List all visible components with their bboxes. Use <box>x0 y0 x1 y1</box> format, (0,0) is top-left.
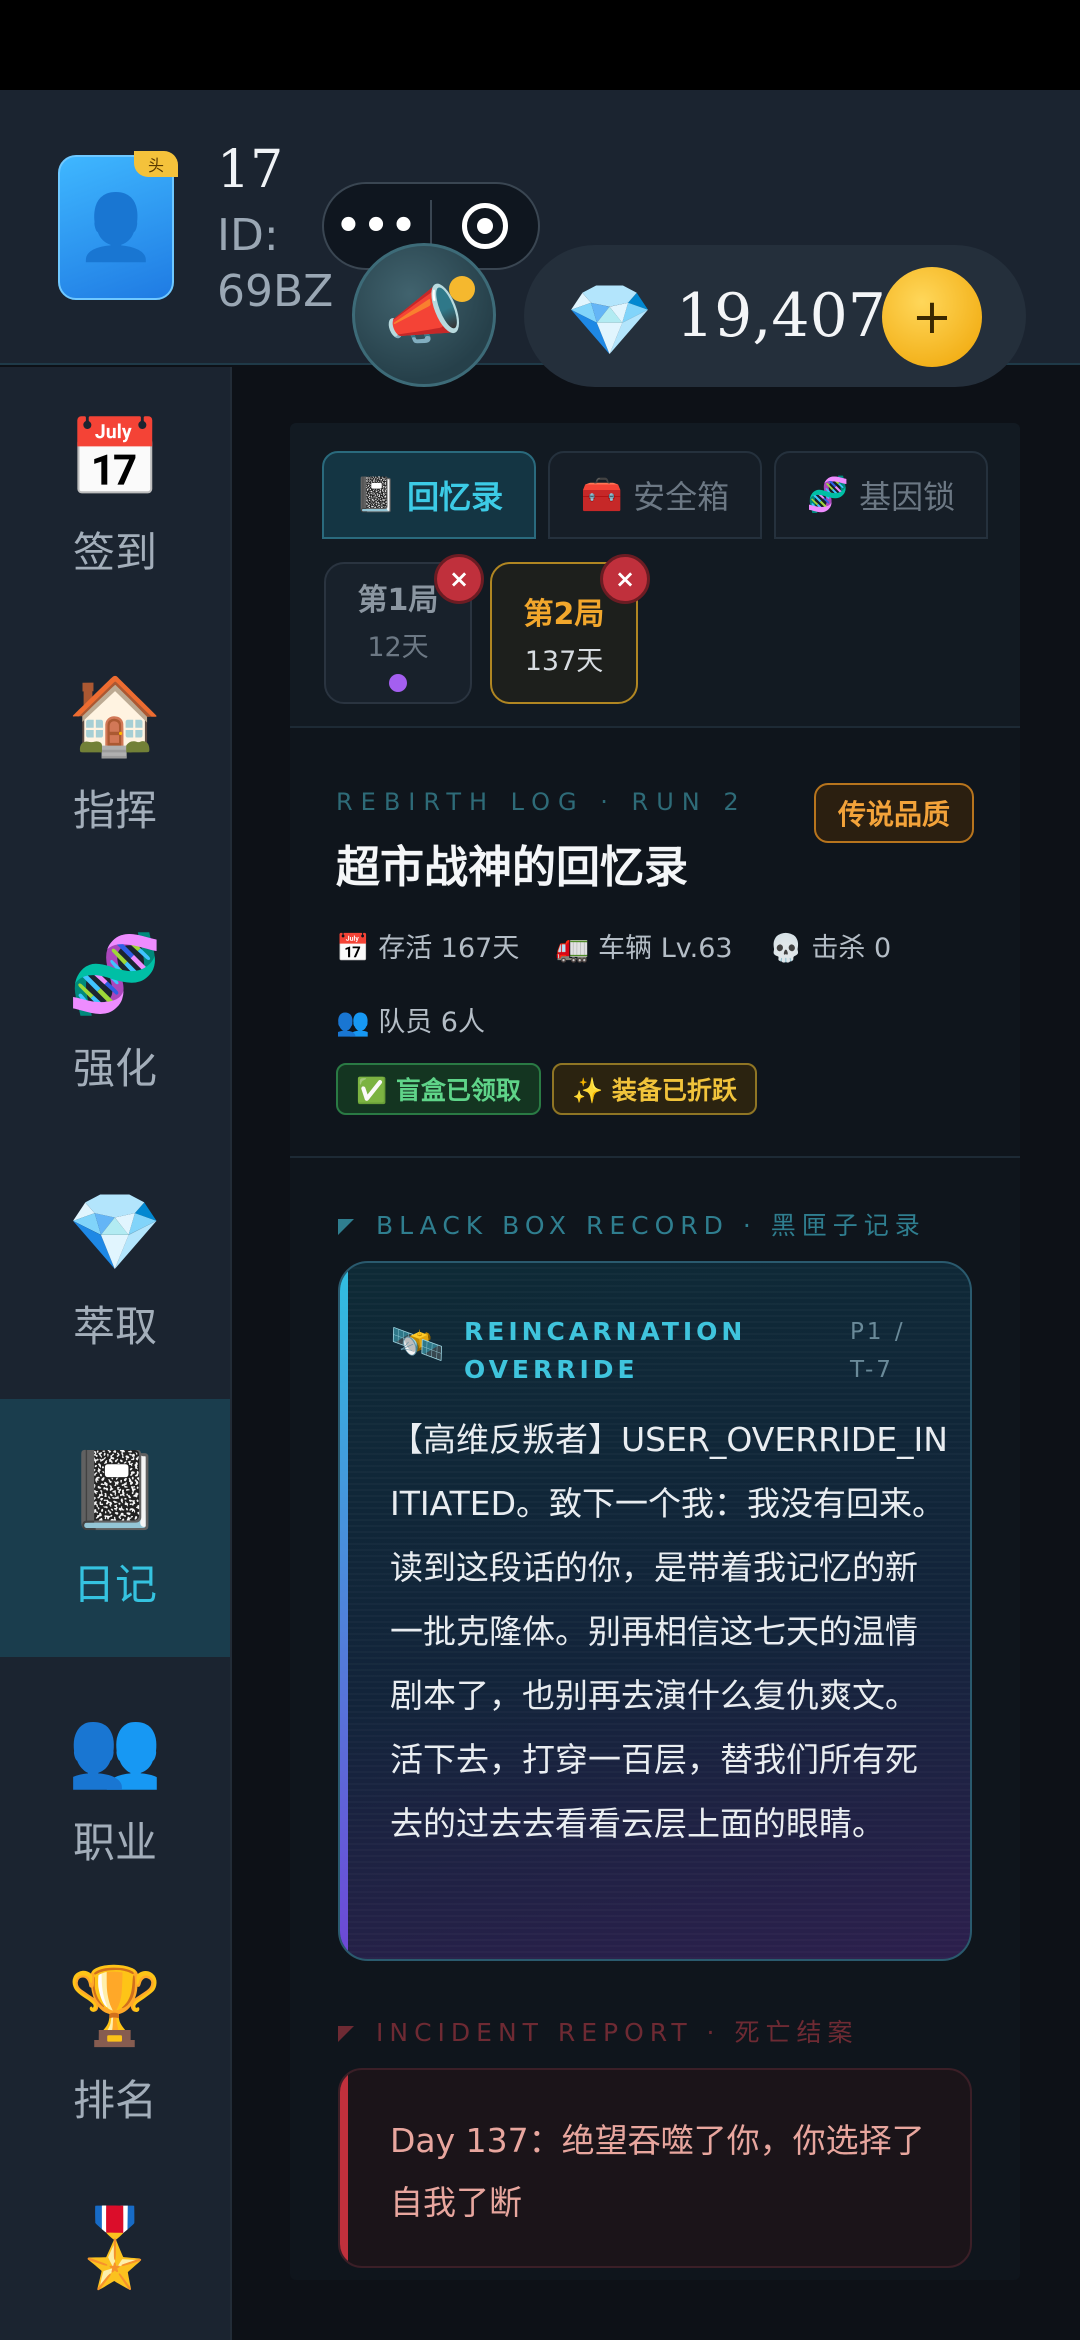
notebook-icon: 📓 <box>67 1444 163 1534</box>
delete-run-button[interactable]: × <box>434 554 484 604</box>
medal-icon: 🎖️ <box>67 2203 163 2292</box>
tab-bar: 📓 回忆录 🧰 安全箱 🧬 基因锁 <box>290 423 1020 540</box>
tab-safebox[interactable]: 🧰 安全箱 <box>548 451 762 539</box>
incident-heading-text: INCIDENT REPORT · 死亡结案 <box>376 2018 859 2047</box>
survive-days: 📅 存活 167天 <box>336 933 520 964</box>
toolbox-icon: 🧰 <box>580 475 624 515</box>
vehicle-level: 🚛 车辆 Lv.63 <box>555 933 733 964</box>
run-card-1[interactable]: 第1局 12天 × <box>324 554 484 704</box>
blackbox-page: P1 / T-7 <box>850 1319 906 1383</box>
person-icon: 👤 <box>76 191 156 265</box>
run-name: 第1局 <box>357 582 439 618</box>
dna-icon: 🧬 <box>67 928 163 1018</box>
avatar-badge: 头 <box>134 151 178 177</box>
sidebar-item-label: 指挥 <box>72 785 157 835</box>
people-icon: 👥 <box>67 1702 163 1792</box>
card-accent-bar <box>340 1263 348 1959</box>
run-selector: 第1局 12天 × 第2局 137天 × <box>290 540 1020 728</box>
add-diamonds-button[interactable]: + <box>882 267 982 367</box>
card-accent-bar <box>340 2070 348 2266</box>
more-options-icon[interactable]: ••• <box>324 203 430 249</box>
user-level: 17 <box>217 140 284 200</box>
unread-dot <box>389 673 407 692</box>
tab-label: 基因锁 <box>859 478 956 516</box>
corner-marker-icon <box>338 2026 354 2042</box>
blindbox-claimed-chip: ✅ 盲盒已领取 <box>336 1063 541 1115</box>
gem-icon: 💎 <box>67 1186 163 1276</box>
notification-dot <box>449 276 475 302</box>
equipment-warped-chip: ✨ 装备已折跃 <box>552 1063 757 1115</box>
sidebar-item-label: 强化 <box>72 1043 157 1093</box>
sidebar-item-label: 职业 <box>72 1817 157 1867</box>
blackbox-title: REINCARNATION OVERRIDE <box>464 1317 747 1384</box>
sidebar-item-medal[interactable]: 🎖️ <box>0 2173 230 2340</box>
sidebar-item-label: 签到 <box>72 527 157 577</box>
sidebar-item-ranking[interactable]: 🏆 排名 <box>0 1915 230 2173</box>
run-card-2[interactable]: 第2局 137天 × <box>490 554 650 704</box>
tab-memoir[interactable]: 📓 回忆录 <box>322 451 536 539</box>
dna-icon: 🧬 <box>806 475 850 515</box>
run-days: 137天 <box>524 645 604 677</box>
run-stats: 📅 存活 167天 🚛 车辆 Lv.63 💀 击杀 0 <box>336 926 919 965</box>
sidebar-item-diary[interactable]: 📓 日记 <box>0 1399 230 1657</box>
sidebar-item-label: 日记 <box>72 1559 157 1609</box>
rarity-badge: 传说品质 <box>813 783 974 843</box>
sidebar-item-checkin[interactable]: 📅 签到 <box>0 367 230 625</box>
sidebar-item-extract[interactable]: 💎 萃取 <box>0 1141 230 1399</box>
incident-message: Day 137：绝望吞噬了你，你选择了自我了断 <box>390 2121 925 2222</box>
run-name: 第2局 <box>523 596 605 632</box>
user-avatar[interactable]: 👤 头 <box>58 151 178 300</box>
run-days: 12天 <box>367 631 429 663</box>
team-members: 👥 队员 6人 <box>336 1007 485 1038</box>
sidebar-item-label: 萃取 <box>72 1301 157 1351</box>
incident-heading: INCIDENT REPORT · 死亡结案 <box>338 2013 858 2049</box>
user-id: ID: 69BZ <box>217 210 334 317</box>
sidebar-nav: 📅 签到 🏠 指挥 🧬 强化 💎 萃取 📓 日记 👥 职业 🏆 排名 🎖️ <box>0 367 232 2340</box>
status-bar <box>0 0 1080 90</box>
notebook-icon: 📓 <box>354 475 398 515</box>
tab-label: 回忆录 <box>407 478 504 516</box>
tab-label: 安全箱 <box>633 478 730 516</box>
blackbox-heading-text: BLACK BOX RECORD · 黑匣子记录 <box>376 1211 926 1240</box>
incident-card: Day 137：绝望吞噬了你，你选择了自我了断 <box>338 2068 972 2268</box>
diamond-balance: 💎 19,407 + <box>524 245 1026 387</box>
run-summary: REBIRTH LOG · RUN 2 传说品质 超市战神的回忆录 📅 存活 1… <box>290 728 1020 1158</box>
sidebar-item-command[interactable]: 🏠 指挥 <box>0 625 230 883</box>
corner-marker-icon <box>338 1219 354 1235</box>
sidebar-item-enhance[interactable]: 🧬 强化 <box>0 883 230 1141</box>
blackbox-message: 【高维反叛者】USER_OVERRIDE_INITIATED。致下一个我：我没有… <box>390 1420 948 1843</box>
delete-run-button[interactable]: × <box>600 554 650 604</box>
rebirth-log-label: REBIRTH LOG · RUN 2 <box>336 788 747 816</box>
diamond-amount: 19,407 <box>676 281 886 351</box>
memoir-panel: 📓 回忆录 🧰 安全箱 🧬 基因锁 第1局 12天 × 第2局 137天 × R… <box>290 423 1020 2280</box>
sidebar-item-profession[interactable]: 👥 职业 <box>0 1657 230 1915</box>
memoir-title: 超市战神的回忆录 <box>336 842 688 893</box>
close-miniprogram-icon[interactable] <box>432 203 538 249</box>
header-bar: 👤 头 17 ID: 69BZ ••• 📣 💎 19,407 + <box>0 90 1080 387</box>
announcement-button[interactable]: 📣 <box>352 243 496 387</box>
tab-genelock[interactable]: 🧬 基因锁 <box>774 451 988 539</box>
kill-count: 💀 击杀 0 <box>769 933 892 964</box>
blackbox-card: 🛰️ REINCARNATION OVERRIDE P1 / T-7 【高维反叛… <box>338 1261 972 1961</box>
satellite-icon: 🛰️ <box>390 1319 445 1370</box>
blackbox-heading: BLACK BOX RECORD · 黑匣子记录 <box>338 1206 926 1242</box>
house-icon: 🏠 <box>67 670 163 760</box>
trophy-icon: 🏆 <box>67 1960 163 2050</box>
sidebar-item-label: 排名 <box>72 2075 157 2125</box>
diamond-icon: 💎 <box>566 279 654 361</box>
calendar-icon: 📅 <box>67 412 163 502</box>
